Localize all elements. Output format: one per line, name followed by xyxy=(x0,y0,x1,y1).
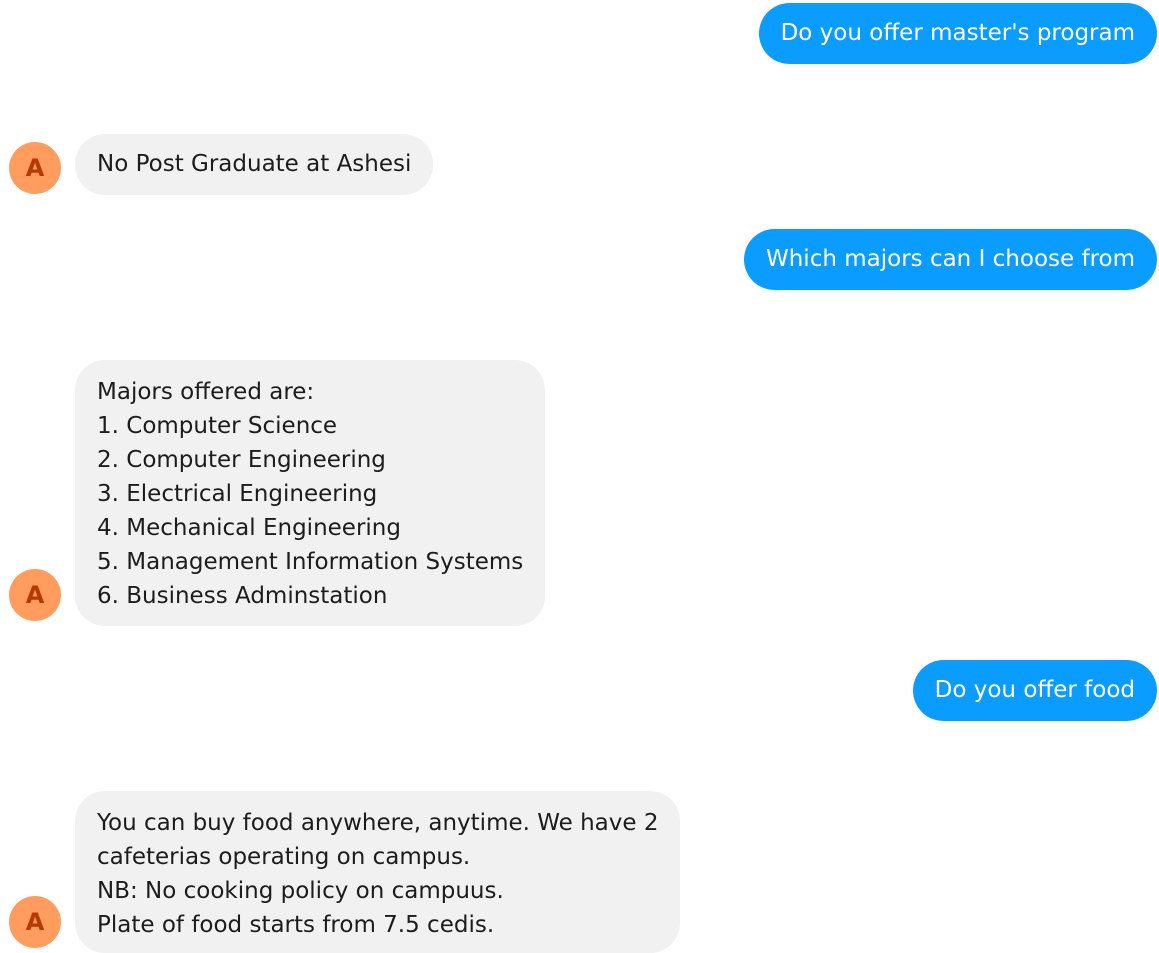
message-text: 1. Computer Science xyxy=(97,413,338,439)
message-row-bot: Majors offered are: 1. Computer Science … xyxy=(0,360,1159,626)
message-row-user: Which majors can I choose from xyxy=(0,229,1159,290)
message-row-bot: You can buy food anywhere, anytime. We h… xyxy=(0,791,1159,953)
user-message-bubble: Which majors can I choose from xyxy=(743,229,1157,290)
bot-message-bubble: You can buy food anywhere, anytime. We h… xyxy=(75,791,681,953)
message-text: You can buy food anywhere, anytime. We h… xyxy=(97,810,659,836)
message-text: cafeterias operating on campus. xyxy=(97,844,471,870)
message-text: Do you offer master's program xyxy=(780,20,1135,46)
message-text: NB: No cooking policy on campuus. xyxy=(97,878,504,904)
message-text: 3. Electrical Engineering xyxy=(97,481,378,507)
message-row-user: Do you offer master's program xyxy=(0,3,1159,64)
bot-message-bubble: Majors offered are: 1. Computer Science … xyxy=(75,360,546,626)
message-row-user: Do you offer food xyxy=(0,660,1159,721)
avatar-letter: A xyxy=(25,908,45,936)
message-text: Do you offer food xyxy=(934,677,1135,703)
user-message-bubble: Do you offer master's program xyxy=(758,3,1157,64)
bot-avatar: A xyxy=(9,569,61,621)
message-text: Plate of food starts from 7.5 cedis. xyxy=(97,912,495,938)
bot-avatar: A xyxy=(9,896,61,948)
message-text: 5. Management Information Systems xyxy=(97,549,524,575)
message-text: No Post Graduate at Ashesi xyxy=(97,151,412,177)
message-text: Which majors can I choose from xyxy=(765,246,1135,272)
message-text: 2. Computer Engineering xyxy=(97,447,386,473)
message-text: 4. Mechanical Engineering xyxy=(97,515,401,541)
avatar-letter: A xyxy=(25,154,45,182)
bot-avatar: A xyxy=(9,142,61,194)
user-message-bubble: Do you offer food xyxy=(912,660,1157,721)
message-row-bot: No Post Graduate at Ashesi A xyxy=(0,134,1159,195)
bot-message-bubble: No Post Graduate at Ashesi xyxy=(75,134,434,195)
message-text: 6. Business Adminstation xyxy=(97,583,388,609)
message-text: Majors offered are: xyxy=(97,379,315,405)
avatar-letter: A xyxy=(25,581,45,609)
